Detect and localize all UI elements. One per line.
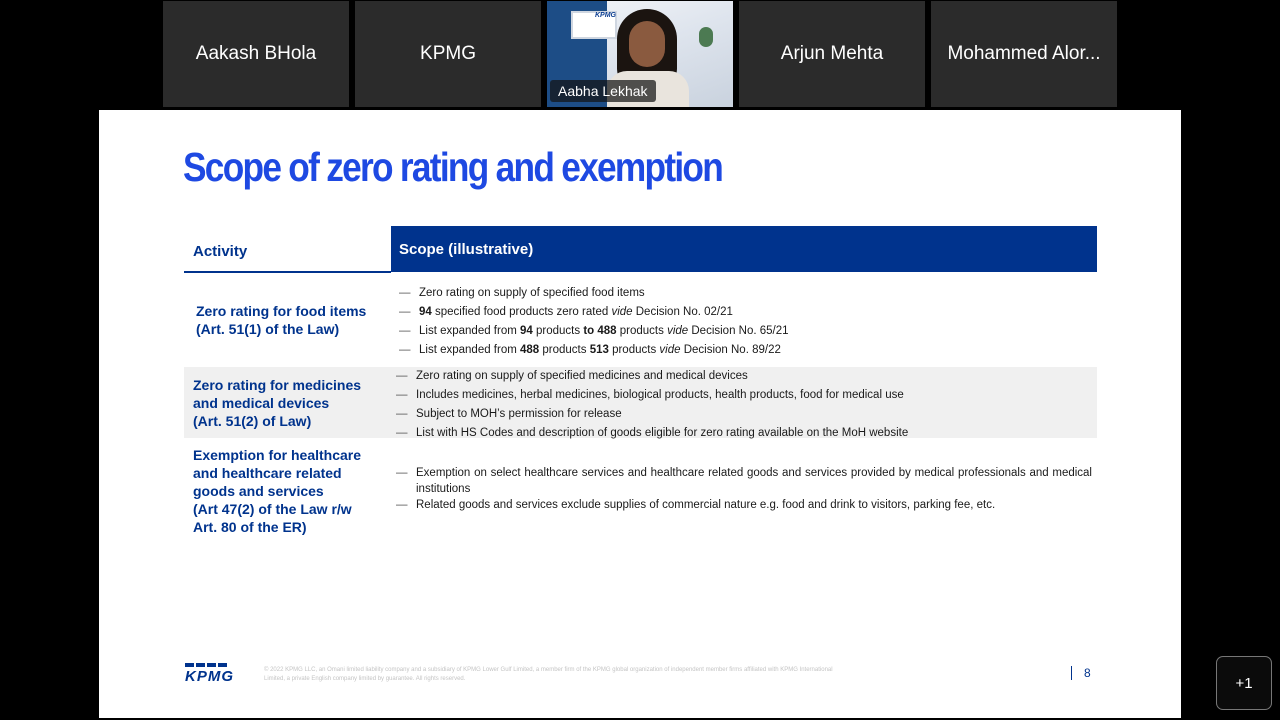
bullet-text: Zero rating on supply of specified medic… xyxy=(416,370,748,382)
bullet-text: Zero rating on supply of specified food … xyxy=(419,287,645,299)
bullet-text: List expanded from xyxy=(419,325,521,337)
participant-name: Aakash BHola xyxy=(195,43,317,64)
scope-bullet: 94 specified food products zero rated vi… xyxy=(399,303,789,322)
column-header-scope: Scope (illustrative) xyxy=(391,226,1097,272)
bullet-text: Includes medicines, herbal medicines, bi… xyxy=(416,389,904,401)
person-face xyxy=(629,21,665,67)
scope-bullet: Includes medicines, herbal medicines, bi… xyxy=(396,386,908,405)
row-label-line: and healthcare related xyxy=(193,465,342,481)
scope-bullet: List expanded from 94 products to 488 pr… xyxy=(399,322,789,341)
bullet-text: products xyxy=(532,325,584,337)
table-row-food: Zero rating for food items (Art. 51(1) of… xyxy=(184,278,1097,364)
row-label-line: (Art 47(2) of the Law r/w xyxy=(193,501,352,517)
bullet-text: Decision No. 02/21 xyxy=(632,306,733,318)
scope-bullet: List with HS Codes and description of go… xyxy=(396,424,908,443)
scope-bullet: Zero rating on supply of specified medic… xyxy=(396,367,908,386)
participant-video-aabha[interactable]: KPMG Aabha Lekhak xyxy=(547,1,733,107)
bullet-text: List with HS Codes and description of go… xyxy=(416,427,909,439)
participant-tile-mohammed[interactable]: Mohammed Alor... xyxy=(931,1,1117,107)
bullet-text: 94 xyxy=(520,325,533,337)
table-row-healthcare: Exemption for healthcare and healthcare r… xyxy=(184,444,1097,540)
scope-bullets: Zero rating on supply of specified food … xyxy=(399,284,789,360)
bullet-text: 513 xyxy=(589,344,609,356)
bullet-text: Exemption on select healthcare services … xyxy=(416,467,1092,495)
video-logo: KPMG xyxy=(595,12,616,19)
row-label-line: Zero rating for food items xyxy=(196,303,367,319)
bullet-text: vide xyxy=(659,344,681,356)
bullet-text: products xyxy=(616,325,668,337)
more-participants-count: +1 xyxy=(1235,674,1253,692)
participant-name: Arjun Mehta xyxy=(780,43,884,64)
column-header-activity: Activity xyxy=(184,225,391,273)
scope-bullet: Subject to MOH’s permission for release xyxy=(396,405,908,424)
bullet-text: List expanded from xyxy=(419,344,521,356)
row-label-line: Exemption for healthcare xyxy=(193,447,362,463)
bullet-text: Decision No. 89/22 xyxy=(680,344,781,356)
column-header-label: Activity xyxy=(193,243,248,260)
scope-bullets: Exemption on select healthcare services … xyxy=(396,465,1092,513)
row-label-line: and medical devices xyxy=(193,395,330,411)
kpmg-logo: KPMG xyxy=(185,663,234,685)
participant-name-label: Aabha Lekhak xyxy=(550,80,656,102)
participant-tile-arjun[interactable]: Arjun Mehta xyxy=(739,1,925,107)
participant-name: Mohammed Alor... xyxy=(947,43,1101,64)
scope-bullet: List expanded from 488 products 513 prod… xyxy=(399,341,789,360)
bullet-text: Related goods and services exclude suppl… xyxy=(416,499,996,511)
bullet-text: 488 xyxy=(520,344,540,356)
bullet-text: 94 xyxy=(419,306,432,318)
page-number: 8 xyxy=(1071,666,1091,680)
bullet-text: products xyxy=(608,344,660,356)
bullet-text: vide xyxy=(667,325,689,337)
row-label-line: Zero rating for medicines xyxy=(193,377,362,393)
participant-name: KPMG xyxy=(420,43,476,64)
bullet-text: Subject to MOH’s permission for release xyxy=(416,408,622,420)
shared-slide: Scope of zero rating and exemption Activ… xyxy=(99,110,1181,718)
more-participants-button[interactable]: +1 xyxy=(1216,656,1272,710)
participant-tile-aakash[interactable]: Aakash BHola xyxy=(163,1,349,107)
plant xyxy=(699,27,713,47)
row-label: Zero rating for medicines and medical dev… xyxy=(193,376,361,430)
legal-disclaimer: © 2022 KPMG LLC, an Omani limited liabil… xyxy=(264,667,833,682)
scope-bullet: Related goods and services exclude suppl… xyxy=(396,497,1092,513)
scope-bullet: Zero rating on supply of specified food … xyxy=(399,284,789,303)
row-label-line: goods and services xyxy=(193,483,324,499)
scope-bullet: Exemption on select healthcare services … xyxy=(396,465,1092,497)
bullet-text: products xyxy=(539,344,590,356)
row-label-line: (Art. 51(1) of the Law) xyxy=(196,321,340,337)
row-label-line: (Art. 51(2) of Law) xyxy=(193,413,312,429)
bullet-text: to 488 xyxy=(583,325,617,337)
column-header-label: Scope (illustrative) xyxy=(399,241,534,258)
row-label: Zero rating for food items (Art. 51(1) of… xyxy=(196,302,366,338)
table-row-medicines: Zero rating for medicines and medical dev… xyxy=(184,367,1097,443)
scope-bullets: Zero rating on supply of specified medic… xyxy=(396,367,908,443)
slide-title: Scope of zero rating and exemption xyxy=(183,144,724,190)
bullet-text: Decision No. 65/21 xyxy=(688,325,789,337)
bullet-text: specified food products zero rated xyxy=(431,306,612,318)
participant-tile-kpmg[interactable]: KPMG xyxy=(355,1,541,107)
bullet-text: vide xyxy=(611,306,633,318)
row-label-line: Art. 80 of the ER) xyxy=(193,519,307,535)
row-label: Exemption for healthcare and healthcare r… xyxy=(193,446,361,536)
